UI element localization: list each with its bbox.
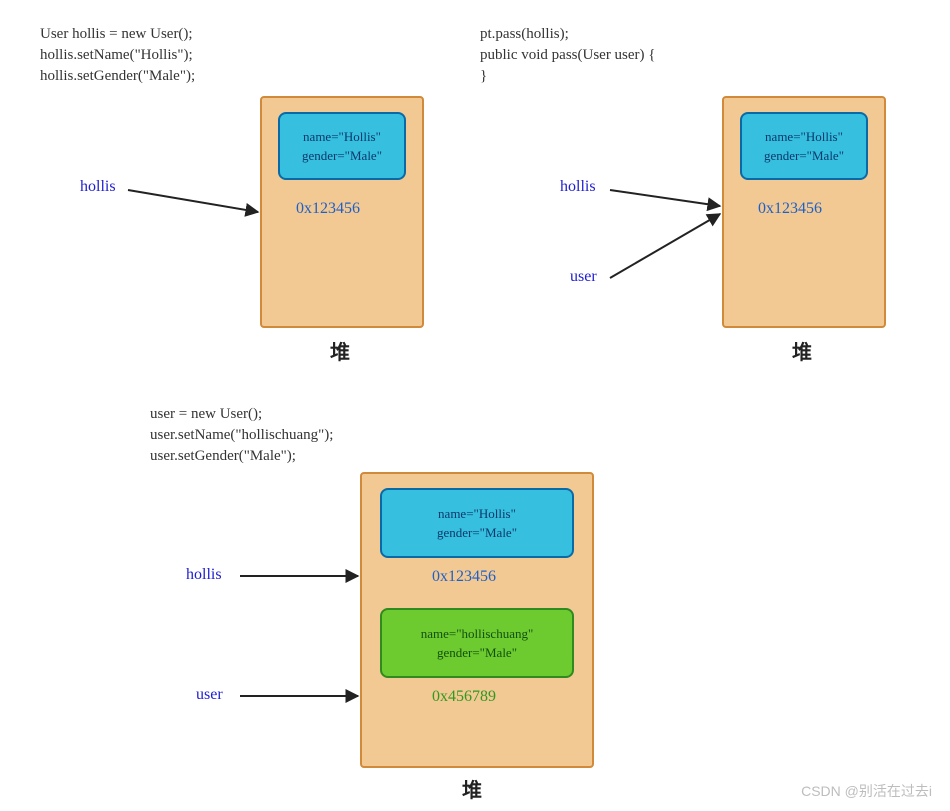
ref-hollis-3: hollis [186, 566, 222, 584]
ref-hollis-2: hollis [560, 178, 596, 196]
address-3a: 0x123456 [432, 568, 496, 586]
object-hollis-2: name="Hollis" gender="Male" [740, 112, 868, 180]
object-user-3: name="hollischuang" gender="Male" [380, 608, 574, 678]
heap-label-3: 堆 [462, 774, 482, 803]
address-1: 0x123456 [296, 200, 360, 218]
diagram-stage: User hollis = new User(); hollis.setName… [0, 0, 950, 811]
arrow-hollis-1 [128, 190, 258, 212]
object-hollis-3: name="Hollis" gender="Male" [380, 488, 574, 558]
object-hollis-1: name="Hollis" gender="Male" [278, 112, 406, 180]
ref-user-3: user [196, 686, 223, 704]
code-panel1: User hollis = new User(); hollis.setName… [40, 24, 195, 87]
heap-label-2: 堆 [792, 336, 812, 365]
arrow-hollis-2 [610, 190, 720, 206]
code-panel2: pt.pass(hollis); public void pass(User u… [480, 24, 656, 87]
heap-label-1: 堆 [330, 336, 350, 365]
address-2: 0x123456 [758, 200, 822, 218]
ref-hollis-1: hollis [80, 178, 116, 196]
code-panel3: user = new User(); user.setName("hollisc… [150, 404, 333, 467]
arrow-user-2 [610, 214, 720, 278]
ref-user-2: user [570, 268, 597, 286]
address-3b: 0x456789 [432, 688, 496, 706]
watermark: CSDN @别活在过去i [801, 781, 932, 801]
